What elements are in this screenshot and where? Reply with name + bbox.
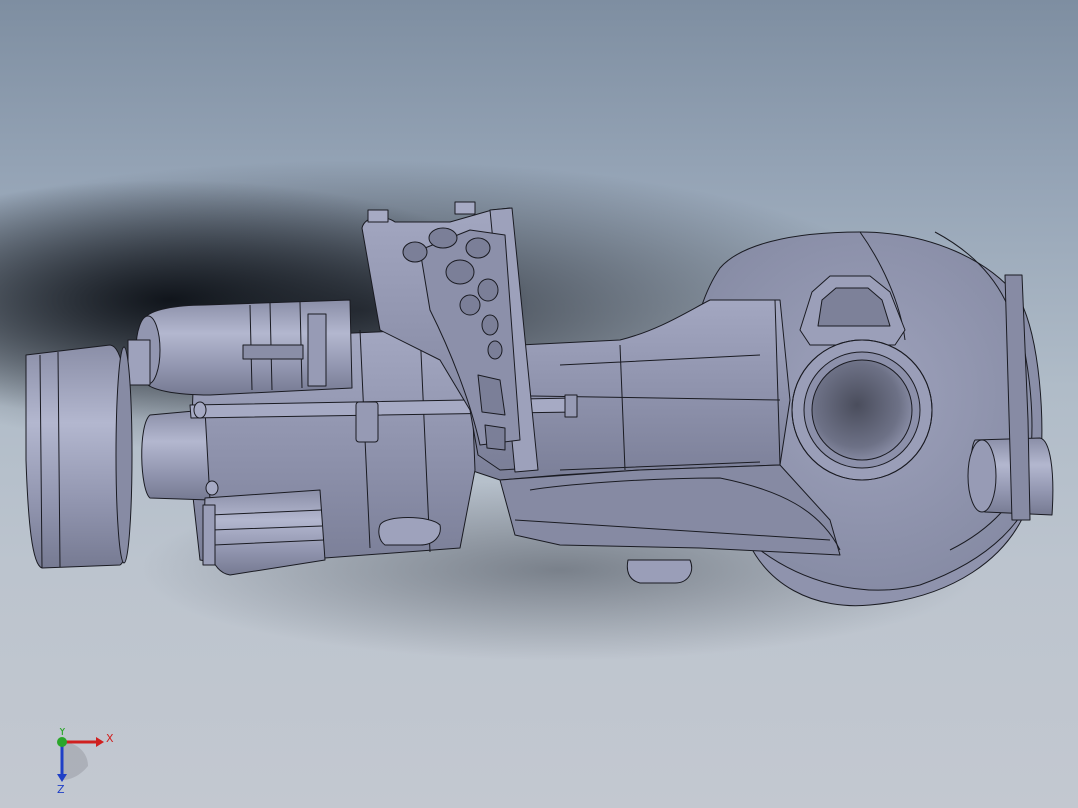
y-axis-label: Y [58, 728, 66, 738]
graphics-viewport[interactable]: X Y Z [0, 0, 1078, 808]
coordinate-triad: X Y Z [57, 728, 114, 796]
z-axis-label: Z [57, 783, 65, 796]
lower-actuator-module [204, 489, 326, 576]
axle-bore [811, 359, 913, 461]
y-axis-indicator [57, 737, 67, 747]
pump-body [141, 409, 211, 501]
x-axis-label: X [106, 732, 114, 745]
cad-model-differential-housing[interactable] [0, 0, 1078, 808]
x-axis-arrowhead [96, 737, 104, 747]
